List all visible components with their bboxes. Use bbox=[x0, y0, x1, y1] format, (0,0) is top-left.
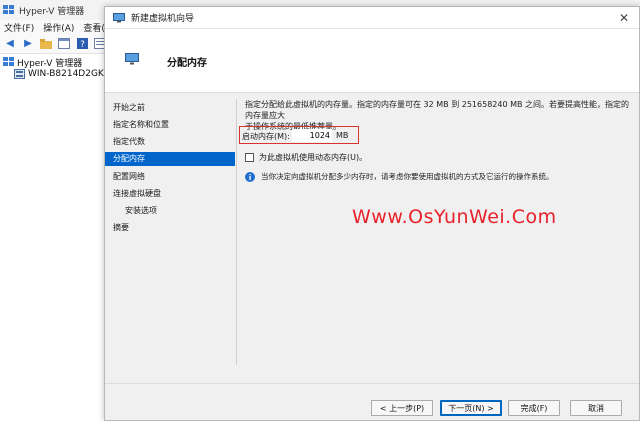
tree-host-label: WIN-B8214D2GK7A bbox=[28, 69, 116, 79]
wizard-titlebar: 新建虚拟机向导 ✕ bbox=[105, 7, 639, 29]
prev-button[interactable]: < 上一步(P) bbox=[371, 400, 433, 416]
folder-icon[interactable] bbox=[39, 37, 53, 51]
dynamic-memory-checkbox[interactable] bbox=[245, 153, 254, 162]
nav-step-configure-network[interactable]: 配置网络 bbox=[105, 170, 235, 184]
nav-step-generation[interactable]: 指定代数 bbox=[105, 135, 235, 149]
svg-text:?: ? bbox=[80, 40, 85, 49]
startup-memory-label: 启动内存(M): bbox=[242, 132, 290, 141]
memory-description-line1: 指定分配给此虚拟机的内存量。指定的内存量可在 32 MB 到 251658240… bbox=[245, 100, 630, 120]
console-tree-icon[interactable] bbox=[57, 37, 71, 51]
menu-action[interactable]: 操作(A) bbox=[43, 21, 74, 34]
tree-root[interactable]: Hyper-V 管理器 bbox=[3, 56, 83, 69]
server-icon bbox=[14, 69, 25, 79]
forward-arrow-icon[interactable]: ▶ bbox=[21, 37, 35, 51]
back-arrow-icon[interactable]: ◀ bbox=[3, 37, 17, 51]
wizard-title: 新建虚拟机向导 bbox=[131, 14, 195, 24]
monitor-icon bbox=[113, 12, 125, 22]
watermark-text: Www.OsYunWei.Com bbox=[352, 206, 557, 228]
nav-step-summary[interactable]: 摘要 bbox=[105, 221, 235, 235]
hyperv-console-tree: Hyper-V 管理器 WIN-B8214D2GK7A bbox=[0, 54, 116, 421]
startup-memory-unit: MB bbox=[336, 131, 349, 140]
nav-step-connect-disk[interactable]: 连接虚拟硬盘 bbox=[105, 187, 235, 201]
tree-host[interactable]: WIN-B8214D2GK7A bbox=[14, 68, 116, 80]
nav-step-name-location[interactable]: 指定名称和位置 bbox=[105, 118, 235, 132]
wizard-footer: < 上一步(P) 下一页(N) > 完成(F) 取消 bbox=[105, 383, 639, 421]
next-button[interactable]: 下一页(N) > bbox=[440, 400, 502, 416]
monitor-icon bbox=[125, 53, 139, 65]
page-title: 分配内存 bbox=[167, 58, 207, 69]
dynamic-memory-option[interactable]: 为此虚拟机使用动态内存(U)。 bbox=[245, 152, 367, 163]
startup-memory-input[interactable] bbox=[292, 129, 332, 142]
hyperv-app-icon bbox=[3, 5, 14, 14]
hyperv-manager-icon bbox=[3, 57, 14, 66]
dynamic-memory-label[interactable]: 为此虚拟机使用动态内存(U)。 bbox=[259, 152, 367, 163]
startup-memory-highlight: 启动内存(M): MB bbox=[239, 126, 359, 144]
cancel-button[interactable]: 取消 bbox=[570, 400, 622, 416]
hyperv-title: Hyper-V 管理器 bbox=[19, 6, 85, 17]
wizard-header: 分配内存 bbox=[105, 29, 639, 93]
nav-divider bbox=[236, 99, 237, 365]
memory-info: 当你决定向虚拟机分配多少内存时，请考虑你要使用虚拟机的方式及它运行的操作系统。 bbox=[245, 171, 554, 182]
memory-info-text: 当你决定向虚拟机分配多少内存时，请考虑你要使用虚拟机的方式及它运行的操作系统。 bbox=[261, 172, 554, 181]
wizard-steps-nav: 开始之前 指定名称和位置 指定代数 分配内存 配置网络 连接虚拟硬盘 安装选项 … bbox=[105, 93, 235, 381]
finish-button[interactable]: 完成(F) bbox=[508, 400, 560, 416]
nav-step-installation-options[interactable]: 安装选项 bbox=[105, 204, 235, 218]
menu-file[interactable]: 文件(F) bbox=[4, 21, 34, 34]
close-icon[interactable]: ✕ bbox=[617, 11, 631, 25]
nav-step-assign-memory[interactable]: 分配内存 bbox=[105, 152, 235, 166]
nav-step-before-you-begin[interactable]: 开始之前 bbox=[105, 101, 235, 115]
help-icon[interactable]: ? bbox=[75, 37, 89, 51]
tree-root-label: Hyper-V 管理器 bbox=[17, 58, 83, 69]
info-icon bbox=[245, 171, 255, 182]
